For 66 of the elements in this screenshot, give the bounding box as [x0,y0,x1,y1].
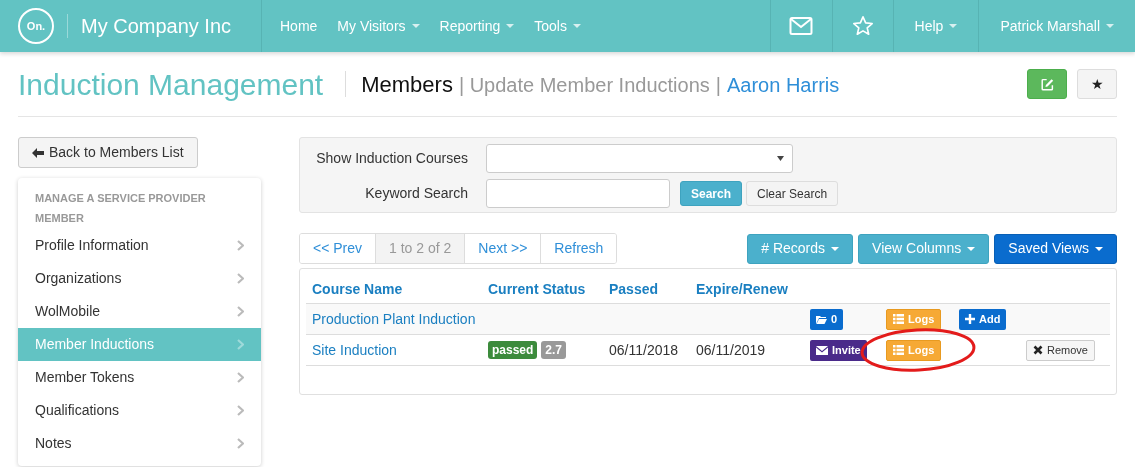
sidebar-item[interactable]: Notes [18,427,261,460]
toolbar-dropdown[interactable]: View Columns [858,233,990,264]
chevron-right-icon [237,405,244,416]
back-button[interactable]: Back to Members List [18,137,198,168]
toolbar-dropdown[interactable]: # Records [747,233,854,264]
course-link[interactable]: Site Induction [312,339,488,361]
pager-button[interactable]: Refresh [540,234,617,263]
caret-icon [411,24,420,28]
sidebar-item[interactable]: Organizations [18,262,261,295]
chevron-right-icon [237,273,244,284]
pager-button: 1 to 2 of 2 [375,234,465,263]
breadcrumb-text: | [715,72,721,98]
envelope-icon [816,345,828,355]
column-header[interactable]: Expire/Renew [696,278,810,300]
dropdown-icon [777,156,784,161]
chevron-right-icon [237,240,244,251]
date-cell-text: 06/11/2018 [609,340,680,360]
list-icon [893,314,904,324]
list-icon [893,345,904,355]
page-title: Induction Management [18,66,325,103]
breadcrumb-text: | Update Member Inductions [458,72,710,98]
star-icon [851,15,874,37]
date-cell-text: 06/11/2019 [696,340,767,360]
clear-search-button[interactable]: Clear Search [746,181,839,206]
chevron-right-icon [237,372,244,383]
status-badge: passed [488,341,538,359]
favorite-button[interactable]: ★ [1077,69,1117,99]
toolbar-dropdown[interactable]: Saved Views [994,233,1117,264]
arrow-left-icon [32,147,44,158]
status-badge: 2.7 [541,341,567,359]
section-heading: MANAGE A SERVICE PROVIDER MEMBER [34,191,207,226]
edit-icon [1040,77,1054,91]
keyword-field[interactable] [486,179,670,208]
edit-button[interactable] [1027,69,1067,99]
chevron-right-icon [237,339,244,350]
search-button[interactable]: Search [680,181,743,206]
sidebar-item[interactable]: Qualifications [18,394,261,427]
breadcrumb-text: Members [361,70,453,99]
caret-icon [967,246,976,251]
member-link[interactable]: Aaron Harris [727,69,840,100]
course-link[interactable]: Production Plant Induction [312,308,488,330]
field-label: Keyword Search [364,184,469,203]
close-icon [1033,345,1043,355]
folder-icon [816,314,827,324]
chevron-right-icon [237,306,244,317]
caret-icon [506,24,515,28]
sidebar-item[interactable]: Profile Information [18,229,261,262]
add-button[interactable]: Add [959,308,1007,330]
column-header[interactable]: Current Status [488,278,609,300]
column-header[interactable]: Course Name [312,278,488,300]
sidebar-item[interactable]: Member Tokens [18,361,261,394]
course-select[interactable] [486,144,793,173]
caret-icon [1095,246,1103,251]
caret-icon [572,24,581,28]
field-label: Show Induction Courses [315,149,469,168]
mail-icon [789,16,814,36]
sidebar-item[interactable]: WolMobile [18,295,261,328]
chevron-right-icon [237,438,244,449]
invite-button[interactable]: Invite [810,339,867,361]
remove-button[interactable]: Remove [1026,339,1095,361]
folder-button[interactable]: 0 [810,308,844,330]
caret-icon [831,246,840,251]
plus-icon [965,314,975,324]
caret-icon [949,24,958,28]
caret-icon [1106,24,1114,28]
column-header[interactable]: Passed [609,278,696,300]
